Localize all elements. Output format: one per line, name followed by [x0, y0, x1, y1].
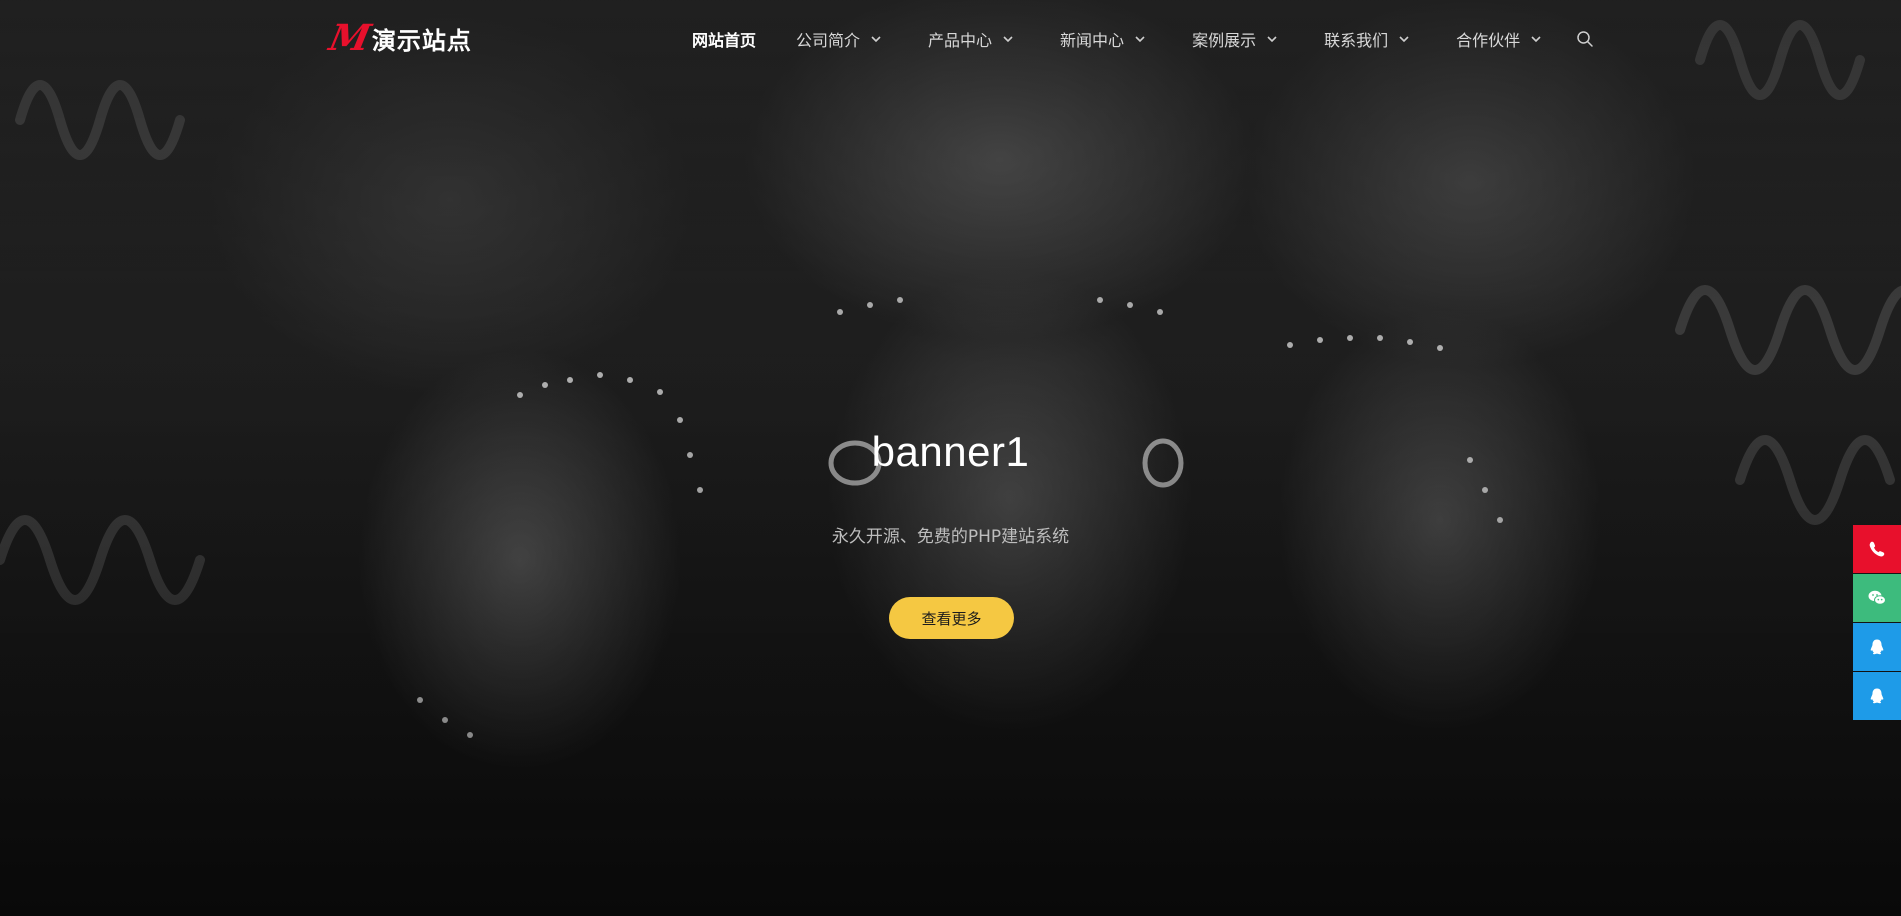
home-page: M 演示站点 网站首页 公司简介 产品中心 新闻中心 案例展示 联系我们 合作伙… [0, 0, 1901, 916]
site-header: M 演示站点 网站首页 公司简介 产品中心 新闻中心 案例展示 联系我们 合作伙… [0, 0, 1901, 78]
nav-item-label: 合作伙伴 [1456, 31, 1521, 50]
nav-item-partners[interactable]: 合作伙伴 [1456, 27, 1542, 51]
nav-item-news[interactable]: 新闻中心 [1060, 27, 1146, 51]
nav-item-about[interactable]: 公司简介 [796, 27, 882, 51]
hero-title: banner1 [871, 428, 1030, 475]
site-name: 演示站点 [371, 26, 472, 55]
qq-icon [1870, 639, 1884, 655]
nav-item-products[interactable]: 产品中心 [928, 27, 1014, 51]
phone-button[interactable] [1853, 525, 1901, 573]
nav-item-label: 联系我们 [1324, 31, 1389, 50]
nav-item-label: 网站首页 [692, 31, 757, 50]
chevron-down-icon [1003, 36, 1013, 43]
main-nav: 网站首页 公司简介 产品中心 新闻中心 案例展示 联系我们 合作伙伴 [692, 26, 1594, 52]
nav-item-label: 产品中心 [928, 31, 993, 50]
floating-contact-bar [1853, 525, 1901, 721]
logo-mark: M [325, 17, 375, 59]
qq-button-1[interactable] [1853, 623, 1901, 671]
wechat-button[interactable] [1853, 574, 1901, 622]
wechat-icon [1868, 590, 1886, 605]
chevron-down-icon [1135, 36, 1145, 43]
phone-icon [1869, 541, 1885, 557]
qq-icon [1870, 688, 1884, 704]
chevron-down-icon [1267, 36, 1277, 43]
chevron-down-icon [1531, 36, 1541, 43]
nav-item-contact[interactable]: 联系我们 [1324, 27, 1410, 51]
site-logo[interactable]: M 演示站点 [326, 17, 472, 59]
qq-button-2[interactable] [1853, 672, 1901, 720]
view-more-button[interactable]: 查看更多 [889, 597, 1014, 639]
nav-item-label: 新闻中心 [1060, 31, 1125, 50]
search-icon[interactable] [1576, 30, 1594, 48]
nav-item-label: 案例展示 [1192, 31, 1257, 50]
nav-item-home[interactable]: 网站首页 [692, 27, 756, 51]
hero-subtitle: 永久开源、免费的PHP建站系统 [831, 527, 1070, 547]
nav-item-label: 公司简介 [796, 31, 861, 50]
nav-item-cases[interactable]: 案例展示 [1192, 27, 1278, 51]
chevron-down-icon [871, 36, 881, 43]
chevron-down-icon [1399, 36, 1409, 43]
